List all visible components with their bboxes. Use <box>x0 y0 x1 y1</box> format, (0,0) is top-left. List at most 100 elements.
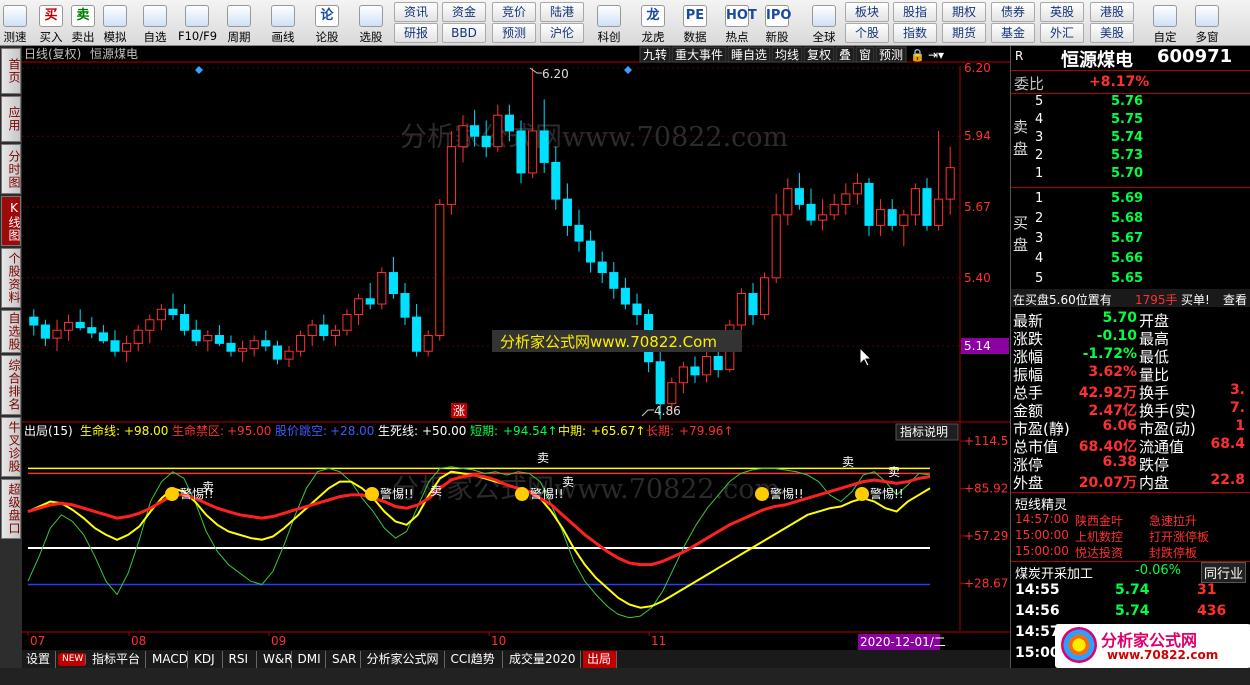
toolbar-small-button[interactable]: 研报 <box>394 23 438 43</box>
candle-body <box>110 340 120 352</box>
chart-top-button-label: 睡自选 <box>731 48 767 62</box>
toolbar-small-button[interactable]: 期货 <box>942 23 986 43</box>
toolbar-small-button[interactable]: 竞价 <box>492 2 536 22</box>
sidebar-tab[interactable]: 分时图 <box>1 144 21 194</box>
chart-icon[interactable]: 科创 <box>590 0 628 46</box>
sidebar-tab[interactable]: K线图 <box>1 196 21 246</box>
sidebar-tab[interactable]: 应用 <box>1 96 21 142</box>
toolbar-small-button[interactable]: 板块 <box>845 2 889 22</box>
candle-body <box>296 335 306 352</box>
indicator-tab[interactable]: 出局 <box>583 651 617 668</box>
sidebar-tab[interactable]: 个股资料 <box>1 248 21 308</box>
toolbar-small-button[interactable]: 期权 <box>942 2 986 22</box>
toolbar-small-button[interactable]: 股指 <box>893 2 937 22</box>
tick-price: 5.74 <box>1115 603 1150 619</box>
candle-body <box>783 188 793 216</box>
toolbar-small-button[interactable]: 指数 <box>893 23 937 43</box>
candle-body <box>168 308 178 316</box>
pe-icon[interactable]: PE 数据 <box>676 0 714 46</box>
toolbar-small-button[interactable]: 美股 <box>1090 23 1134 43</box>
rise-marker: 涨 <box>453 403 465 418</box>
sidebar-tab[interactable]: 综合排名 <box>1 355 21 415</box>
sell-icon: 卖 <box>71 5 95 27</box>
candle-body <box>620 287 630 305</box>
indicator-param-key: 生命禁区: <box>172 423 224 438</box>
globe-icon[interactable]: 全球 <box>805 0 843 46</box>
indicator-tab[interactable]: MACD <box>148 651 188 668</box>
candle-body <box>690 366 700 376</box>
star-icon[interactable]: 自选 <box>136 0 174 46</box>
windows-icon[interactable]: 多窗 <box>1188 0 1226 46</box>
speed-icon[interactable]: 测速 <box>0 0 34 46</box>
kline-chart-area[interactable]: 6.20 5.94 5.67 5.40 5.14 分析家公式网www.70822.com 6… <box>22 46 1010 652</box>
panel-icon[interactable]: F10/F9 <box>178 0 217 46</box>
toolbar-label-ceshu: 测速 <box>3 30 27 44</box>
jingling-time: 14:57:00 <box>1015 512 1069 526</box>
quote-value: 1 <box>1235 418 1245 434</box>
period-label: 日线(复权) <box>24 47 81 61</box>
industry-button[interactable]: 同行业 <box>1201 562 1247 583</box>
indicator-tab[interactable]: 成交量2020 <box>505 651 581 668</box>
toolbar-small-button[interactable]: 陆港 <box>540 2 584 22</box>
toolbar-small-button[interactable]: 个股 <box>845 23 889 43</box>
indicator-tab[interactable]: 指标平台 <box>88 651 146 668</box>
toolbar-small-button[interactable]: 资金 <box>442 2 486 22</box>
toolbar-small-button[interactable]: 外汇 <box>1040 23 1084 43</box>
toolbar-label-redian: 热点 <box>725 30 749 44</box>
quote-value: 42.92万 <box>1078 385 1137 401</box>
toolbar-small-button[interactable]: 债券 <box>991 2 1035 22</box>
bid-price: 5.67 <box>1111 231 1144 246</box>
bid-price: 5.65 <box>1111 271 1144 286</box>
jingling-stock: 悦达投资 <box>1075 546 1124 560</box>
indicator-tab[interactable]: RSI <box>225 651 257 668</box>
toolbar-small-button[interactable]: 预测 <box>492 23 536 43</box>
edit-icon[interactable]: 自定 <box>1146 0 1184 46</box>
indicator-tab[interactable]: SAR <box>328 651 361 668</box>
ipo-icon[interactable]: IPO 新股 <box>758 0 796 46</box>
speed-icon <box>3 5 27 27</box>
sidebar-tab[interactable]: 牛叉诊股 <box>1 417 21 477</box>
hammer-icon[interactable]: 模拟 <box>96 0 134 46</box>
pe-icon: PE <box>683 5 707 27</box>
indicator-tab[interactable]: 分析家公式网 <box>363 651 445 668</box>
candle-body <box>876 209 886 226</box>
chart-top-button-label: 九转 <box>643 47 667 62</box>
candle-body <box>180 314 190 331</box>
candle-body <box>539 130 549 163</box>
toolbar-small-button[interactable]: 资讯 <box>394 2 438 22</box>
candle-body <box>841 193 851 205</box>
indicator-tab[interactable]: 设置 <box>22 651 56 668</box>
magnifier-icon[interactable]: 选股 <box>352 0 390 46</box>
tick-time: 14:55 <box>1015 582 1060 598</box>
quote-value: 2.47亿 <box>1088 403 1137 419</box>
sidebar-tab[interactable]: 首页 <box>1 48 21 94</box>
pencil-icon[interactable]: 画线 <box>264 0 302 46</box>
quote-value: 5.70 <box>1102 310 1137 326</box>
toolbar-small-button[interactable]: 港股 <box>1090 2 1134 22</box>
indicator-tab[interactable]: NEW <box>58 653 86 666</box>
weibi-label: 委比 <box>1014 75 1045 93</box>
toolbar-label-quanqiu: 全球 <box>812 30 836 44</box>
indicator-tab[interactable]: DMI <box>294 651 326 668</box>
toolbar-small-button[interactable]: 英股 <box>1040 2 1084 22</box>
indicator-tab[interactable]: W&R <box>259 651 293 668</box>
sidebar-tab[interactable]: 超级盘口 <box>1 479 21 539</box>
notice-text: 在买盘5.60位置有 <box>1013 293 1112 307</box>
toolbar-small-button[interactable]: 沪伦 <box>540 23 584 43</box>
indicator-tab[interactable]: KDJ <box>190 651 223 668</box>
bid-level: 2 <box>1035 211 1044 226</box>
toolbar-small-button[interactable]: 基金 <box>991 23 1035 43</box>
divider <box>1011 187 1250 188</box>
chart-top-button-label: 叠 <box>839 48 851 62</box>
hammer-icon <box>103 5 127 27</box>
chart-top-button-label: 均线 <box>775 48 799 62</box>
indicator-tab[interactable]: CCI趋势 <box>447 651 503 668</box>
sidebar-tab[interactable]: 自选股 <box>1 310 21 353</box>
candle-body <box>736 293 746 326</box>
warning-signal: 警惕!! <box>530 486 564 501</box>
clock-icon[interactable]: 周期 <box>220 0 258 46</box>
dragon-icon[interactable]: 龙龙虎 <box>634 0 672 46</box>
hot-icon[interactable]: HOT 热点 <box>718 0 757 46</box>
toolbar-small-button[interactable]: BBD <box>442 23 486 43</box>
speech-icon[interactable]: 论论股 <box>308 0 346 46</box>
